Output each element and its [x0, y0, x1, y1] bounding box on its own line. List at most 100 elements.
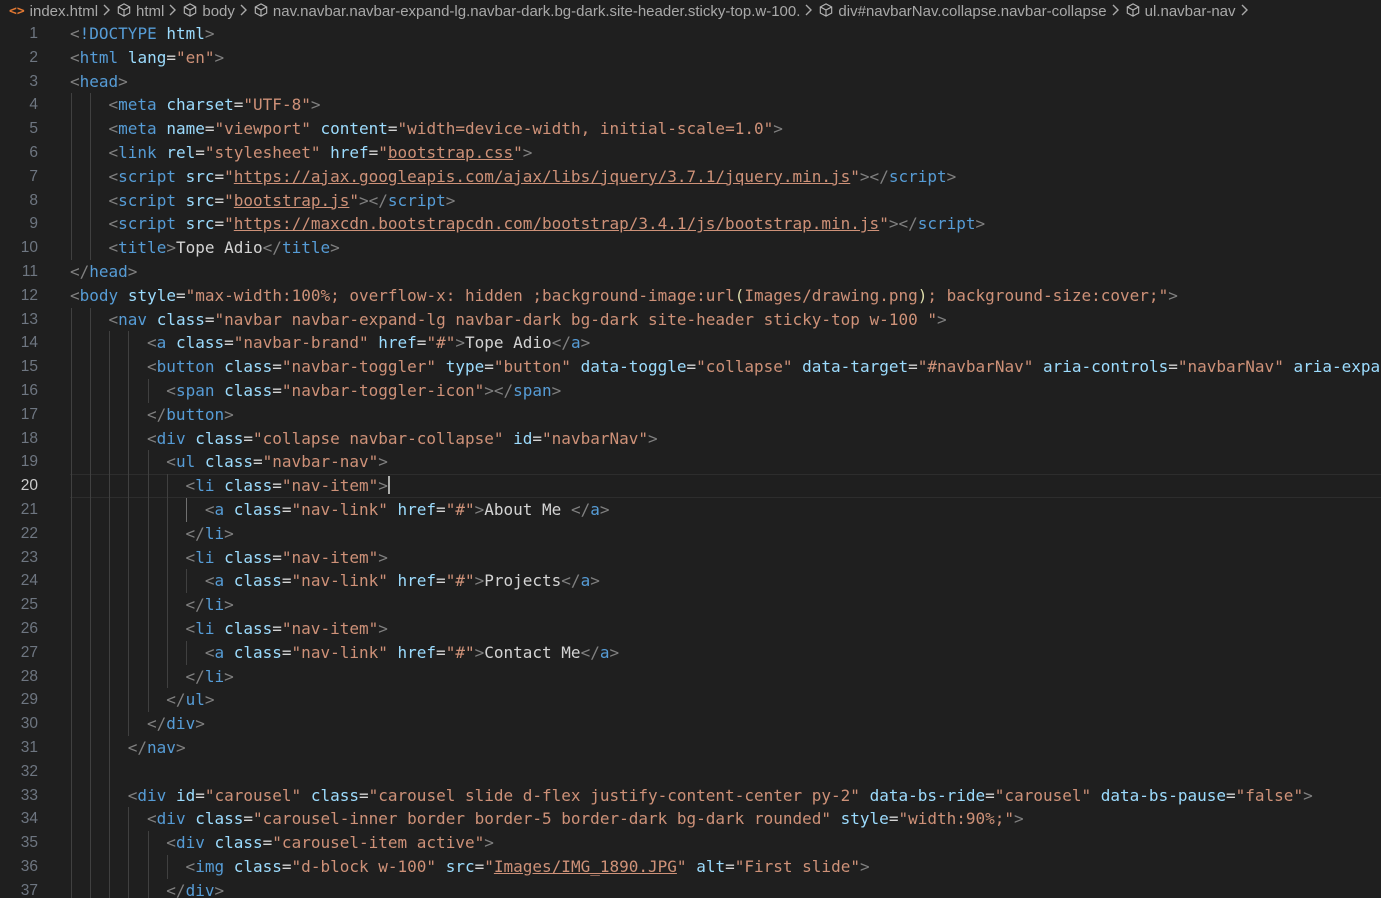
code-line[interactable]: 12 <body style="max-width:100%; overflow-… [0, 284, 1381, 308]
breadcrumb-item[interactable]: body [183, 3, 235, 20]
token: rel [166, 142, 196, 162]
text-cursor [387, 476, 390, 495]
token: > [214, 47, 225, 67]
code-text: <div class="carousel-item active"> [166, 831, 494, 855]
code-line[interactable]: 34 <div class="carousel-inner border bord… [0, 807, 1381, 832]
code-line[interactable]: 37 </div> [0, 878, 1381, 898]
indent-guide [89, 521, 91, 546]
code-line[interactable]: 35 <div class="carousel-item active"> [0, 831, 1381, 855]
token: aria-controls [1042, 357, 1169, 377]
breadcrumb-item[interactable]: html [117, 3, 164, 20]
code-line[interactable]: 30 </div> [0, 712, 1381, 736]
code-text: <div class="collapse navbar-collapse" id… [147, 427, 658, 451]
code-line[interactable]: 33 <div id="carousel" class="carousel sli… [0, 783, 1381, 808]
indent-guide [70, 831, 72, 855]
code-line[interactable]: 6 <link rel="stylesheet" href="bootstrap.… [0, 140, 1381, 165]
indent-guide [166, 521, 168, 546]
indent-guide [128, 378, 130, 403]
code-line[interactable]: 10 <title>Tope Adio</title> [0, 236, 1381, 260]
code-line[interactable]: 29 </ul> [0, 688, 1381, 713]
indent-guide [89, 307, 91, 332]
token: li [204, 523, 225, 543]
token: = [368, 142, 379, 162]
code-line[interactable]: 14 <a class="navbar-brand" href="#">Tope … [0, 331, 1381, 356]
code-line[interactable]: 19 <ul class="navbar-nav"> [0, 450, 1381, 475]
indent-guide [109, 593, 111, 617]
code-line[interactable]: 5 <meta name="viewport" content="width=de… [0, 117, 1381, 141]
code-line[interactable]: 3 <head> [0, 70, 1381, 94]
code-line[interactable]: 4 <meta charset="UTF-8"> [0, 93, 1381, 118]
code-line[interactable]: 21 <a class="nav-link" href="#">About Me … [0, 497, 1381, 522]
token: bootstrap.js [233, 190, 350, 210]
code-line[interactable]: 32 [0, 759, 1381, 784]
code-text: <a class="nav-link" href="#">Contact Me<… [205, 641, 619, 665]
indent-guide [89, 450, 91, 475]
indent-guide [147, 497, 149, 522]
code-line[interactable]: 22 </li> [0, 521, 1381, 546]
token: = [474, 856, 485, 876]
breadcrumb-label: index.html [29, 2, 99, 20]
code-line[interactable]: 18 <div class="collapse navbar-collapse" … [0, 426, 1381, 451]
code-line[interactable]: 1 <!DOCTYPE html> [0, 22, 1381, 46]
token: "false" [1235, 785, 1304, 805]
token: a [590, 499, 600, 519]
element-icon [819, 2, 833, 20]
code-line[interactable]: 26 <li class="nav-item"> [0, 616, 1381, 641]
indent-guide [166, 593, 168, 617]
code-line[interactable]: 23 <li class="nav-item"> [0, 545, 1381, 570]
code-line[interactable]: 24 <a class="nav-link" href="#">Projects<… [0, 569, 1381, 594]
code-line[interactable]: 31 </nav> [0, 735, 1381, 760]
token: link [118, 142, 157, 162]
code-line[interactable]: 17 </button> [0, 402, 1381, 427]
code-line[interactable]: 9 <script src="https://maxcdn.bootstrapcd… [0, 212, 1381, 237]
code-line[interactable]: 25 </li> [0, 593, 1381, 617]
element-icon [117, 2, 131, 20]
token: class [224, 380, 273, 400]
breadcrumb-item[interactable]: <> index.html [0, 3, 98, 20]
breadcrumb-item[interactable]: nav.navbar.navbar-expand-lg.navbar-dark.… [254, 3, 800, 20]
token: span [513, 380, 552, 400]
indent-guide [109, 831, 111, 855]
code-line[interactable]: 15 <button class="navbar-toggler" type="b… [0, 355, 1381, 379]
code-line[interactable]: 11 </head> [0, 260, 1381, 284]
token: < [108, 166, 119, 186]
token: = [416, 333, 427, 353]
indent-guide [128, 402, 130, 427]
token: </ [561, 571, 581, 591]
indent-guide [128, 831, 130, 855]
code-line[interactable]: 28 </li> [0, 664, 1381, 689]
token: = [436, 642, 446, 662]
breadcrumb-item[interactable]: div#navbarNav.collapse.navbar-collapse [819, 2, 1107, 20]
code-editor[interactable]: 1 <!DOCTYPE html> 2 <html lang="en"> 3 <head>… [0, 22, 1381, 898]
code-line[interactable]: 20 <li class="nav-item"> [0, 474, 1381, 498]
token: ></ [484, 380, 514, 400]
token: < [70, 285, 80, 305]
token: span [175, 380, 215, 400]
code-line[interactable]: 7 <script src="https://ajax.googleapis.co… [0, 164, 1381, 189]
indent-guide [128, 545, 130, 570]
code-line[interactable]: 36 <img class="d-block w-100" src="Images… [0, 854, 1381, 879]
token: " [676, 856, 687, 876]
token: = [204, 309, 215, 329]
code-line[interactable]: 13 <nav class="navbar navbar-expand-lg na… [0, 307, 1381, 332]
token: class [224, 476, 273, 496]
token: "#" [426, 333, 456, 353]
token: "First slide" [734, 856, 860, 876]
code-line[interactable]: 2 <html lang="en"> [0, 46, 1381, 70]
indent-guide [89, 616, 91, 641]
code-line[interactable]: 27 <a class="nav-link" href="#">Contact M… [0, 640, 1381, 665]
token: href [397, 499, 437, 519]
token: script [118, 166, 176, 186]
breadcrumb-item[interactable]: ul.navbar-nav [1126, 3, 1236, 20]
indent-guide [89, 640, 91, 665]
code-line[interactable]: 8 <script src="bootstrap.js"></script> [0, 188, 1381, 213]
indent-guide [109, 759, 111, 784]
code-line[interactable]: 16 <span class="navbar-toggler-icon"></sp… [0, 378, 1381, 403]
token: a [214, 499, 225, 519]
